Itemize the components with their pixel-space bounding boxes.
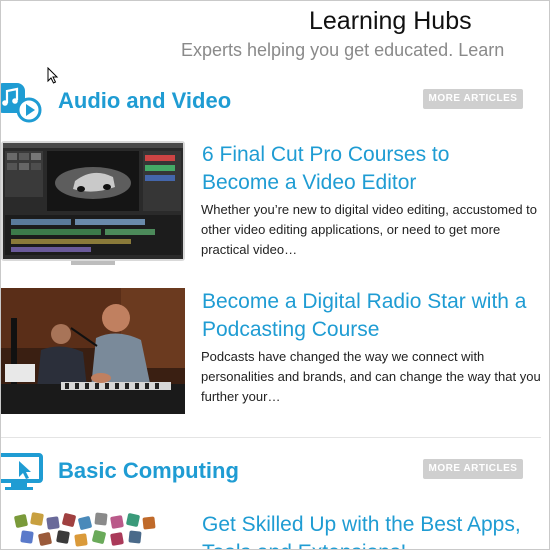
music-video-icon: [1, 83, 42, 123]
article-description: Podcasts have changed the way we connect…: [201, 349, 541, 404]
article-title-link[interactable]: Become a Digital Radio Star with a Podca…: [202, 288, 532, 344]
article-item[interactable]: 6 Final Cut Pro Courses to Become a Vide…: [1, 141, 549, 269]
section-title: Basic Computing: [58, 458, 239, 483]
section-basic-computing-header: Basic Computing MORE ARTICLES: [1, 453, 549, 493]
article-item[interactable]: Get Skilled Up with the Best Apps, Tools…: [1, 511, 549, 550]
article-title-link[interactable]: Get Skilled Up with the Best Apps, Tools…: [202, 511, 532, 549]
podcast-recording-thumbnail[interactable]: [1, 288, 185, 414]
app-icons-thumbnail[interactable]: [1, 511, 185, 550]
article-title-link[interactable]: 6 Final Cut Pro Courses to Become a Vide…: [202, 141, 532, 197]
article-description: Whether you’re new to digital video edit…: [201, 202, 538, 257]
page-title: Learning Hubs: [309, 7, 472, 35]
page-subtitle: Experts helping you get educated. Learn: [181, 40, 505, 60]
more-articles-button[interactable]: MORE ARTICLES: [423, 89, 523, 109]
more-articles-button[interactable]: MORE ARTICLES: [423, 459, 523, 479]
section-divider: [1, 437, 541, 438]
video-editor-thumbnail[interactable]: [1, 141, 187, 267]
section-title: Audio and Video: [58, 88, 232, 113]
monitor-cursor-icon: [1, 453, 43, 490]
learning-hubs-page: Learning Hubs Experts helping you get ed…: [0, 0, 550, 550]
article-item[interactable]: Become a Digital Radio Star with a Podca…: [1, 288, 549, 416]
section-audio-video-header: Audio and Video MORE ARTICLES: [1, 83, 549, 123]
